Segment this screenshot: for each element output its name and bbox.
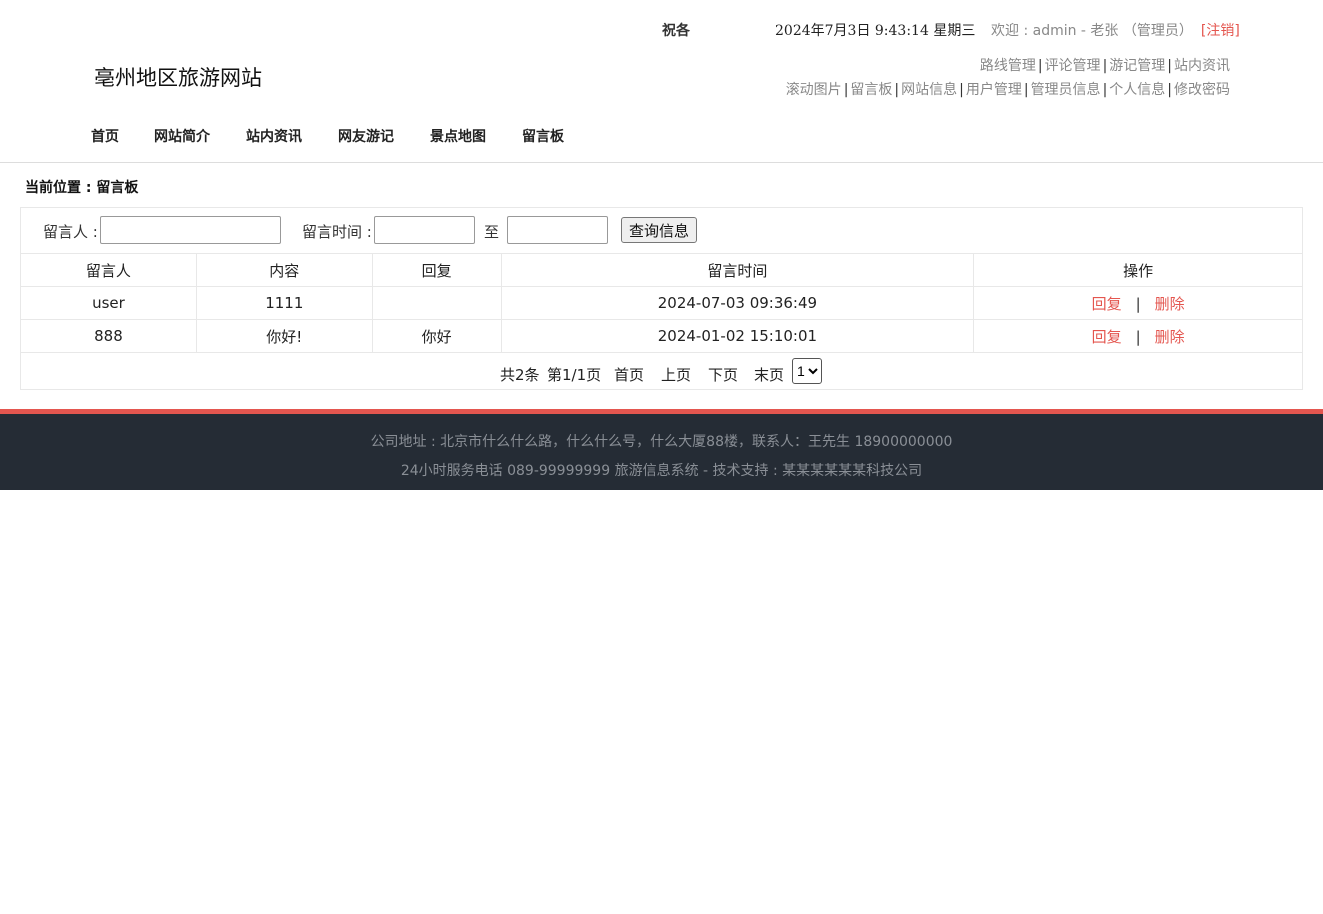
query-button[interactable]: 查询信息	[621, 217, 697, 243]
time-label: 留言时间 :	[302, 223, 372, 241]
footer-address: 公司地址 : 北京市什么什么路，什么什么号，什么大厦88楼，联系人：王先生 18…	[370, 434, 953, 450]
admin-link-site-info[interactable]: 网站信息	[901, 82, 957, 98]
admin-link-route-mgmt[interactable]: 路线管理	[980, 58, 1036, 74]
link-separator: |	[1037, 58, 1043, 74]
pagination-next[interactable]: 下页	[708, 364, 738, 385]
reply-link[interactable]: 回复	[1092, 295, 1122, 313]
link-separator: |	[894, 82, 900, 98]
cell-content: 你好!	[195, 319, 373, 353]
link-separator: |	[843, 82, 849, 98]
site-title: 亳州地区旅游网站	[94, 66, 262, 90]
footer-contact: 24小时服务电话 089-99999999 旅游信息系统 - 技术支持 : 某某…	[400, 463, 923, 479]
cell-actions: 回复 | 删除	[973, 286, 1303, 320]
pagination-first[interactable]: 首页	[614, 364, 644, 385]
pagination-page-info: 第1/1页	[547, 366, 602, 384]
current-datetime: 2024年7月3日 9:43:14 星期三	[775, 23, 976, 39]
breadcrumb: 当前位置 : 留言板	[25, 180, 139, 196]
column-header-time: 留言时间	[500, 253, 975, 287]
table-row: 888 你好! 你好 2024-01-02 15:10:01 回复 | 删除	[20, 319, 1303, 353]
link-separator: |	[959, 82, 964, 98]
pagination-prev[interactable]: 上页	[661, 364, 691, 385]
link-separator: |	[1023, 82, 1029, 98]
admin-link-user-mgmt[interactable]: 用户管理	[966, 82, 1022, 98]
author-label: 留言人 :	[43, 223, 98, 241]
logout-link[interactable]: [注销]	[1201, 23, 1240, 39]
action-separator: |	[1135, 294, 1141, 313]
admin-link-comment-mgmt[interactable]: 评论管理	[1045, 58, 1101, 74]
cell-content: 1111	[195, 286, 373, 320]
pagination-total: 共2条	[500, 366, 540, 384]
admin-links-row2: 滚动图片 | 留言板 | 网站信息 | 用户管理 | 管理员信息 | 个人信息 | 修改密码	[786, 79, 1230, 99]
column-header-author: 留言人	[20, 253, 197, 287]
admin-link-change-password[interactable]: 修改密码	[1174, 82, 1230, 98]
greeting-text: 祝各	[662, 23, 690, 39]
welcome-user: 欢迎 : admin - 老张 （管理员）	[991, 23, 1193, 39]
welcome-text: 欢迎 : admin - 老张 （管理员） [注销]	[991, 20, 1240, 40]
pagination: 共2条 第1/1页 首页 上页 下页 末页 1	[21, 354, 1302, 390]
nav-item-news[interactable]: 站内资讯	[246, 126, 302, 146]
column-header-content: 内容	[195, 253, 373, 287]
admin-link-admin-info[interactable]: 管理员信息	[1031, 82, 1101, 98]
cell-actions: 回复 | 删除	[973, 319, 1303, 353]
guestbook-panel: 留言人 : 留言时间 : 至 查询信息 留言人 内容 回复 留言时间 操作 us…	[20, 207, 1303, 390]
cell-reply	[371, 286, 502, 320]
action-separator: |	[1135, 327, 1141, 346]
nav-item-guestbook[interactable]: 留言板	[522, 126, 564, 146]
guestbook-table: 留言人 内容 回复 留言时间 操作 user 1111 2024-07-03 0…	[20, 253, 1303, 353]
page-select[interactable]: 1	[792, 358, 822, 384]
admin-link-profile[interactable]: 个人信息	[1109, 82, 1165, 98]
admin-links-row1: 路线管理 | 评论管理 | 游记管理 | 站内资讯	[980, 55, 1230, 75]
link-separator: |	[1167, 82, 1172, 98]
delete-link[interactable]: 删除	[1155, 328, 1185, 346]
admin-link-carousel[interactable]: 滚动图片	[786, 82, 842, 98]
cell-time: 2024-07-03 09:36:49	[500, 286, 975, 320]
to-label: 至	[484, 223, 500, 241]
column-header-reply: 回复	[371, 253, 502, 287]
author-input[interactable]	[100, 216, 281, 244]
search-bar: 留言人 : 留言时间 : 至 查询信息	[21, 208, 1302, 253]
footer: 公司地址 : 北京市什么什么路，什么什么号，什么大厦88楼，联系人：王先生 18…	[0, 409, 1323, 490]
table-header-row: 留言人 内容 回复 留言时间 操作	[20, 253, 1303, 287]
time-start-input[interactable]	[374, 216, 475, 244]
cell-time: 2024-01-02 15:10:01	[500, 319, 975, 353]
nav-item-travel-notes[interactable]: 网友游记	[338, 126, 394, 146]
nav-item-about[interactable]: 网站简介	[154, 126, 210, 146]
nav-item-map[interactable]: 景点地图	[430, 126, 486, 146]
time-end-input[interactable]	[507, 216, 608, 244]
nav-item-home[interactable]: 首页	[91, 126, 119, 146]
column-header-actions: 操作	[973, 253, 1303, 287]
admin-link-travelnote-mgmt[interactable]: 游记管理	[1109, 58, 1165, 74]
cell-author: 888	[20, 319, 197, 353]
cell-reply: 你好	[371, 319, 502, 353]
pagination-last[interactable]: 末页	[754, 364, 784, 385]
delete-link[interactable]: 删除	[1155, 295, 1185, 313]
link-separator: |	[1102, 82, 1108, 98]
admin-link-news[interactable]: 站内资讯	[1174, 58, 1230, 74]
nav-divider	[0, 162, 1323, 163]
cell-author: user	[20, 286, 197, 320]
link-separator: |	[1102, 58, 1108, 74]
reply-link[interactable]: 回复	[1092, 328, 1122, 346]
table-row: user 1111 2024-07-03 09:36:49 回复 | 删除	[20, 286, 1303, 320]
link-separator: |	[1167, 58, 1172, 74]
admin-link-guestbook[interactable]: 留言板	[850, 82, 892, 98]
